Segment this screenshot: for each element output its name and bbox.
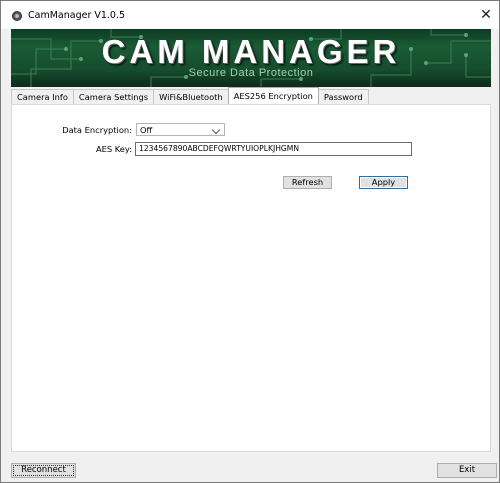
close-button[interactable]: ✕: [473, 1, 499, 29]
data-encryption-dropdown[interactable]: Off: [136, 123, 225, 136]
encryption-panel: [11, 104, 491, 452]
camera-icon: [12, 11, 22, 21]
tab-strip: Camera Info Camera Settings WiFi&Bluetoo…: [11, 87, 369, 104]
aes-key-input[interactable]: 1234567890ABCDEFQWRTYUIOPLKJHGMN: [135, 142, 412, 156]
tab-aes256-encryption[interactable]: AES256 Encryption: [227, 87, 319, 104]
tab-camera-info[interactable]: Camera Info: [11, 89, 74, 104]
close-icon: ✕: [480, 7, 492, 23]
data-encryption-value: Off: [140, 125, 153, 135]
exit-button[interactable]: Exit: [437, 463, 497, 478]
window-title: CamManager V1.0.5: [28, 10, 126, 21]
banner-subtitle: Secure Data Protection: [188, 67, 314, 79]
banner-title: CAM MANAGER: [101, 33, 401, 70]
data-encryption-label: Data Encryption:: [62, 125, 132, 135]
tab-wifi-bluetooth[interactable]: WiFi&Bluetooth: [153, 89, 229, 104]
aes-key-label: AES Key:: [95, 144, 132, 154]
app-window: CamManager V1.0.5 ✕ CAM MANAGER Secure D…: [0, 0, 500, 483]
apply-button[interactable]: Apply: [359, 176, 408, 189]
tab-password[interactable]: Password: [317, 89, 369, 104]
tab-camera-settings[interactable]: Camera Settings: [72, 89, 155, 104]
header-banner: CAM MANAGER Secure Data Protection: [11, 29, 491, 87]
refresh-button[interactable]: Refresh: [283, 176, 332, 189]
reconnect-button[interactable]: Reconnect: [11, 463, 76, 478]
title-bar[interactable]: CamManager V1.0.5 ✕: [1, 1, 499, 29]
chevron-down-icon: [211, 125, 221, 135]
